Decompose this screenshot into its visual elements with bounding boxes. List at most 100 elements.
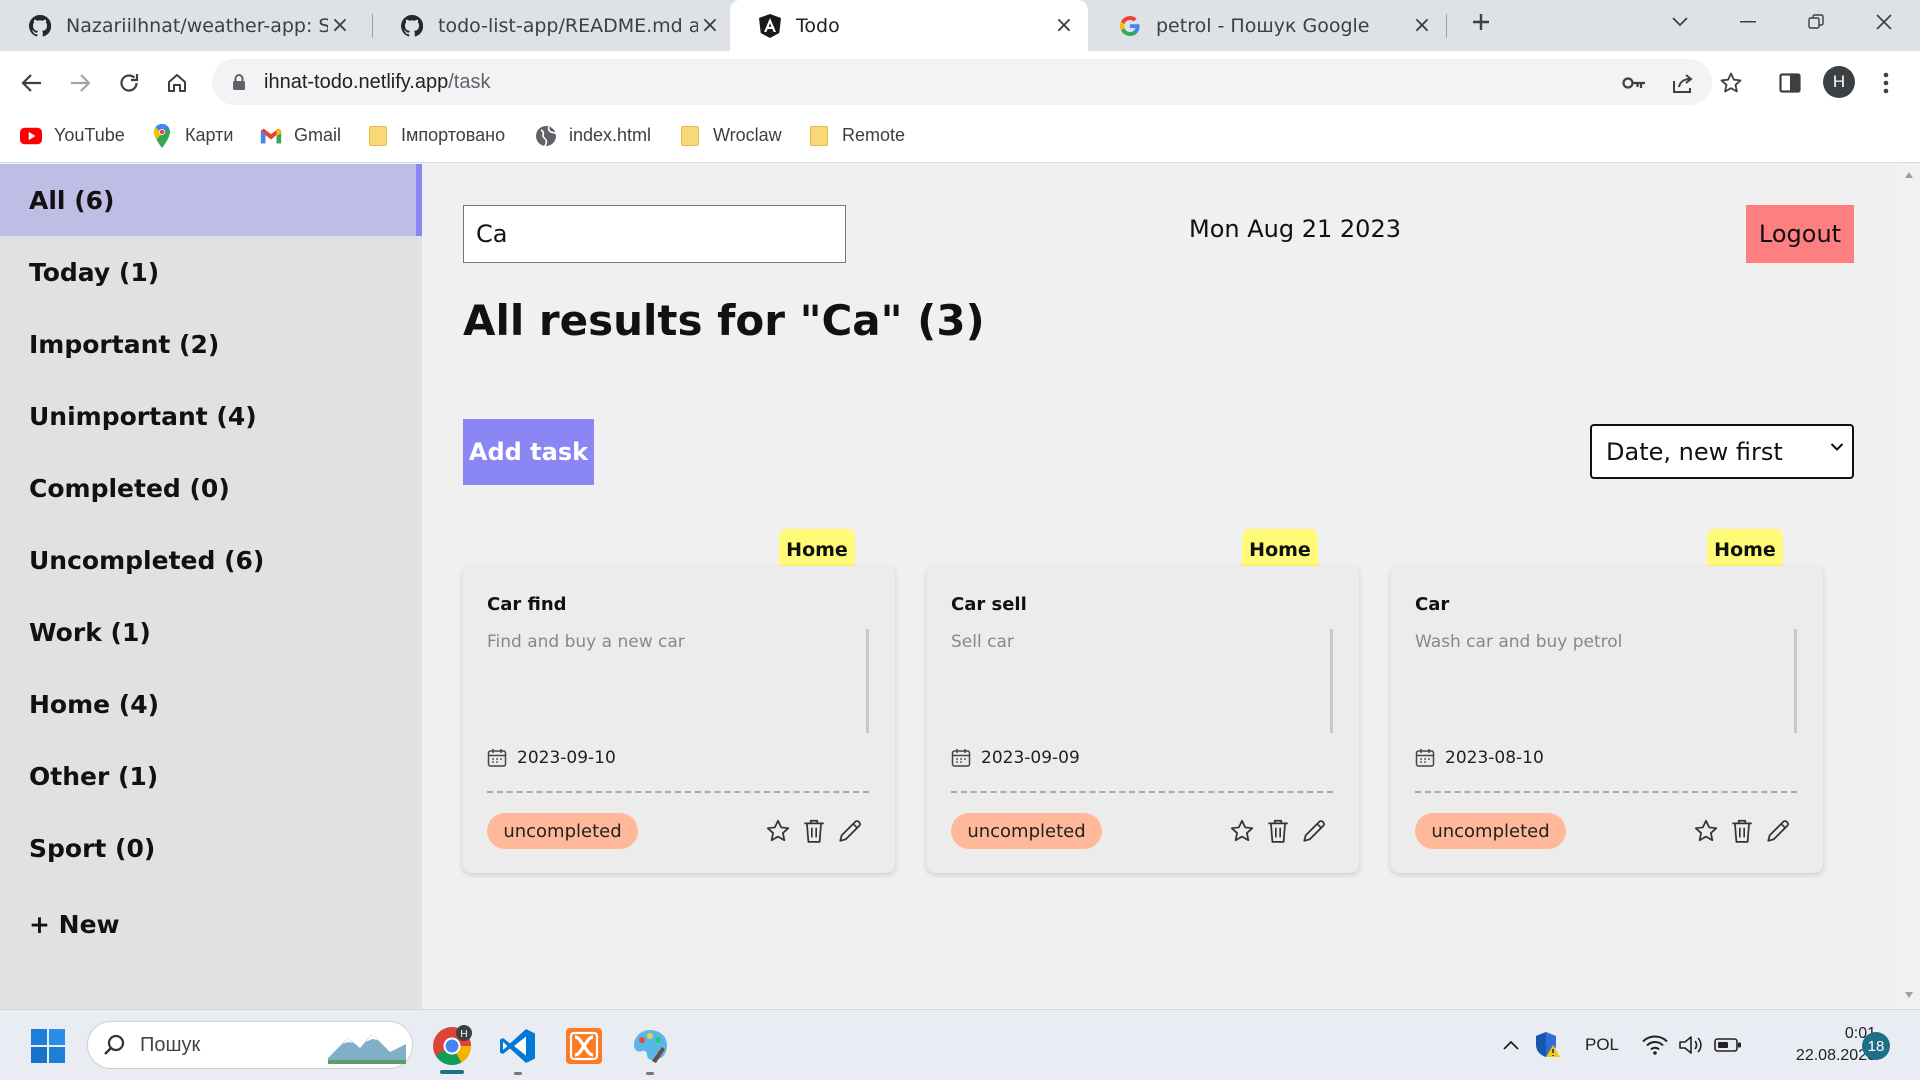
forward-button[interactable] <box>60 63 100 103</box>
task-card: Car find Find and buy a new car 2023-09-… <box>463 566 895 873</box>
trash-icon[interactable] <box>1727 816 1757 846</box>
volume-icon[interactable] <box>1676 1030 1706 1060</box>
card-divider <box>487 791 869 793</box>
wifi-icon[interactable] <box>1640 1030 1670 1060</box>
current-date: Mon Aug 21 2023 <box>1189 215 1401 243</box>
status-badge[interactable]: uncompleted <box>951 813 1102 849</box>
card-category-tag: Home <box>1707 529 1783 571</box>
chrome-taskbar-icon[interactable]: H <box>426 1020 478 1074</box>
bookmark-folder-remote[interactable]: Remote <box>808 113 905 158</box>
close-icon[interactable]: × <box>698 13 722 38</box>
system-clock[interactable]: 0:01 22.08.2023 <box>1756 1023 1876 1067</box>
status-badge[interactable]: uncompleted <box>1415 813 1566 849</box>
trash-icon[interactable] <box>799 816 829 846</box>
paint-taskbar-icon[interactable] <box>624 1020 676 1075</box>
star-icon[interactable] <box>1227 816 1257 846</box>
close-window-button[interactable] <box>1850 0 1918 44</box>
new-tab-button[interactable] <box>1446 0 1516 44</box>
kebab-menu-icon[interactable] <box>1868 65 1904 101</box>
bookmark-maps[interactable]: Карти <box>151 113 233 158</box>
task-description: Find and buy a new car <box>487 632 685 652</box>
search-icon <box>104 1034 125 1055</box>
input-language[interactable]: POL <box>1580 1030 1624 1060</box>
windows-taskbar: Пошук H POL 0:01 22.08.2023 18 <box>0 1009 1920 1080</box>
scroll-up-arrow-icon[interactable] <box>1905 172 1913 178</box>
calendar-icon <box>1415 749 1435 767</box>
xampp-taskbar-icon[interactable] <box>558 1020 610 1072</box>
search-input[interactable]: Ca <box>463 205 846 263</box>
sidebar-item-home[interactable]: Home (4) <box>0 668 422 740</box>
bookmark-folder-wroclaw[interactable]: Wroclaw <box>679 113 782 158</box>
page-scrollbar[interactable] <box>1898 164 1920 1009</box>
key-icon[interactable] <box>1616 65 1652 101</box>
description-scrollbar[interactable] <box>1330 629 1333 733</box>
bookmark-youtube[interactable]: YouTube <box>20 113 125 158</box>
close-icon[interactable]: × <box>1410 13 1434 38</box>
tab-search-chevron-down-icon[interactable] <box>1646 0 1714 44</box>
minimize-button[interactable] <box>1714 0 1782 44</box>
sidebar-item-uncompleted[interactable]: Uncompleted (6) <box>0 524 422 596</box>
sidebar-item-other[interactable]: Other (1) <box>0 740 422 812</box>
sidebar-item-completed[interactable]: Completed (0) <box>0 452 422 524</box>
logout-button[interactable]: Logout <box>1746 205 1854 263</box>
star-icon[interactable] <box>763 816 793 846</box>
sidebar-item-important[interactable]: Important (2) <box>0 308 422 380</box>
security-shield-icon[interactable] <box>1532 1030 1564 1060</box>
scroll-down-arrow-icon[interactable] <box>1905 992 1913 998</box>
description-scrollbar[interactable] <box>1794 629 1797 733</box>
edit-pencil-icon[interactable] <box>1299 816 1329 846</box>
bookmark-gmail[interactable]: Gmail <box>260 113 341 158</box>
sidebar-item-work[interactable]: Work (1) <box>0 596 422 668</box>
sort-selected-value: Date, new first <box>1606 437 1783 466</box>
bookmark-folder-imported[interactable]: Імпортовано <box>367 113 505 158</box>
chevron-up-icon[interactable] <box>1496 1030 1526 1060</box>
edit-pencil-icon[interactable] <box>835 816 865 846</box>
url-host: ihnat-todo.netlify.app <box>264 70 449 93</box>
profile-avatar[interactable]: H <box>1823 66 1855 98</box>
add-task-button[interactable]: Add task <box>463 419 594 485</box>
bookmark-label: index.html <box>569 125 652 145</box>
back-button[interactable] <box>12 63 52 103</box>
close-icon[interactable]: × <box>328 13 352 38</box>
browser-tab[interactable]: petrol - Пошук Google × <box>1090 0 1446 51</box>
edit-pencil-icon[interactable] <box>1763 816 1793 846</box>
side-panel-icon[interactable] <box>1772 65 1808 101</box>
sidebar-new-category-button[interactable]: + New <box>0 888 422 960</box>
home-button[interactable] <box>157 63 197 103</box>
youtube-icon <box>20 125 42 147</box>
svg-text:H: H <box>460 1029 467 1040</box>
task-title: Car find <box>487 594 567 615</box>
task-date-value: 2023-08-10 <box>1445 748 1544 768</box>
sidebar-item-unimportant[interactable]: Unimportant (4) <box>0 380 422 452</box>
address-bar[interactable]: ihnat-todo.netlify.app/task <box>212 59 1712 105</box>
notification-count-badge[interactable]: 18 <box>1862 1032 1890 1060</box>
lock-icon[interactable] <box>228 71 250 93</box>
vscode-taskbar-icon[interactable] <box>492 1020 544 1075</box>
bookmark-star-icon[interactable] <box>1713 65 1749 101</box>
browser-tab[interactable]: Nazariilhnat/weather-app: Simple × <box>0 0 364 51</box>
windows-start-icon[interactable] <box>22 1020 74 1072</box>
clock-time: 0:01 <box>1844 1025 1876 1042</box>
maps-pin-icon <box>151 123 173 148</box>
sort-select[interactable]: Date, new first <box>1590 424 1854 479</box>
tab-title: petrol - Пошук Google <box>1156 14 1370 37</box>
status-badge[interactable]: uncompleted <box>487 813 638 849</box>
card-divider <box>951 791 1333 793</box>
sidebar-item-all[interactable]: All (6) <box>0 164 422 236</box>
description-scrollbar[interactable] <box>866 629 869 733</box>
taskbar-search-input[interactable]: Пошук <box>87 1021 413 1069</box>
close-icon[interactable]: × <box>1052 13 1076 38</box>
browser-tab[interactable]: todo-list-app/README.md at ma × <box>372 0 734 51</box>
bookmark-index-html[interactable]: index.html <box>535 113 651 158</box>
restore-button[interactable] <box>1782 0 1850 44</box>
browser-tab-active[interactable]: Todo × <box>730 0 1088 51</box>
sidebar-item-today[interactable]: Today (1) <box>0 236 422 308</box>
battery-icon[interactable] <box>1712 1030 1744 1060</box>
calendar-icon <box>487 749 507 767</box>
reload-button[interactable] <box>109 63 149 103</box>
sidebar-item-sport[interactable]: Sport (0) <box>0 812 422 884</box>
trash-icon[interactable] <box>1263 816 1293 846</box>
folder-icon <box>808 125 830 147</box>
share-icon[interactable] <box>1665 65 1701 101</box>
star-icon[interactable] <box>1691 816 1721 846</box>
